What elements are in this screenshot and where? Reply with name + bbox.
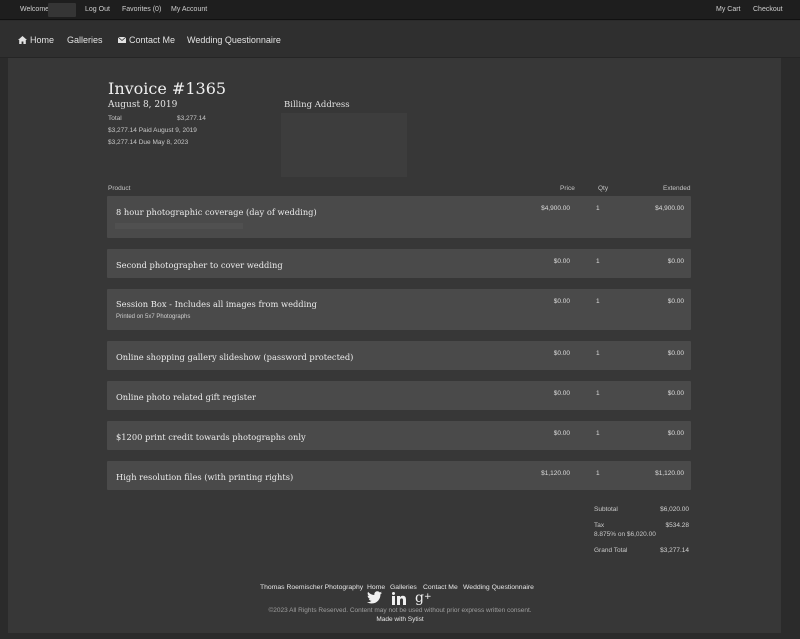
tax-value: $534.28 [665, 522, 690, 529]
nav-contact-label: Contact Me [129, 35, 176, 45]
username-redacted [48, 3, 76, 17]
table-row: Session Box - Includes all images from w… [107, 289, 691, 330]
table-row: Online photo related gift register $0.00… [107, 381, 691, 410]
table-row: $1200 print credit towards photographs o… [107, 421, 691, 450]
product-price: $4,900.00 [541, 205, 570, 212]
checkout-link[interactable]: Checkout [753, 6, 783, 13]
made-with-link[interactable]: Made with Sytist [0, 616, 800, 623]
table-row: Online shopping gallery slideshow (passw… [107, 341, 691, 370]
header-product: Product [108, 185, 131, 192]
subtotal-label: Subtotal [594, 506, 618, 513]
product-qty: 1 [596, 390, 600, 397]
product-qty: 1 [596, 350, 600, 357]
tax-label: Tax [594, 522, 605, 529]
product-price: $0.00 [553, 298, 570, 305]
grand-total-value: $3,277.14 [660, 547, 689, 554]
total-value: $3,277.14 [177, 115, 206, 122]
table-row: Second photographer to cover wedding $0.… [107, 249, 691, 278]
svg-text:+: + [424, 592, 432, 602]
footer-link-home[interactable]: Home [367, 584, 385, 591]
product-extended: $0.00 [667, 390, 684, 397]
top-bar: Welcome Log Out Favorites (0) My Account… [0, 0, 800, 20]
footer-link-questionnaire[interactable]: Wedding Questionnaire [463, 584, 534, 591]
footer-studio-name: Thomas Roemischer Photography [260, 584, 364, 591]
product-extended: $0.00 [667, 430, 684, 437]
header-qty: Qty [598, 185, 609, 192]
nav-galleries-label: Galleries [67, 35, 103, 45]
product-extended: $0.00 [667, 258, 684, 265]
table-row: High resolution files (with printing rig… [107, 461, 691, 490]
my-account-link[interactable]: My Account [171, 6, 207, 13]
product-price: $0.00 [553, 430, 570, 437]
product-extended: $4,900.00 [655, 205, 684, 212]
product-extended: $0.00 [667, 298, 684, 305]
product-qty: 1 [596, 470, 600, 477]
main-nav: Home Galleries Contact Me Wedding Questi… [0, 21, 800, 58]
product-qty: 1 [596, 205, 600, 212]
product-price: $0.00 [553, 258, 570, 265]
header-price: Price [560, 185, 575, 192]
my-cart-link[interactable]: My Cart [716, 6, 741, 13]
welcome-text: Welcome [20, 6, 50, 13]
product-qty: 1 [596, 258, 600, 265]
invoice-title: Invoice #1365 [108, 79, 227, 98]
nav-home-label: Home [30, 35, 55, 45]
footer-link-galleries[interactable]: Galleries [390, 584, 417, 591]
product-extended: $0.00 [667, 350, 684, 357]
product-price: $0.00 [553, 390, 570, 397]
grand-total-label: Grand Total [594, 547, 628, 554]
tax-detail: 8.875% on $6,020.00 [594, 531, 656, 538]
total-label: Total [108, 115, 122, 122]
paid-line: $3,277.14 Paid August 9, 2019 [108, 127, 197, 134]
nav-home[interactable]: Home [18, 35, 54, 45]
product-name: $1200 print credit towards photographs o… [116, 432, 306, 442]
product-name: Session Box - Includes all images from w… [116, 299, 317, 309]
copyright-text: ©2023 All Rights Reserved. Content may n… [268, 607, 532, 614]
product-extended: $1,120.00 [655, 470, 684, 477]
due-line: $3,277.14 Due May 8, 2023 [108, 139, 189, 146]
product-name: Second photographer to cover wedding [116, 260, 283, 270]
invoice-date: August 8, 2019 [108, 100, 178, 110]
nav-contact[interactable]: Contact Me [118, 35, 175, 45]
redacted-detail [115, 223, 243, 229]
envelope-icon [118, 37, 126, 43]
product-name: Online shopping gallery slideshow (passw… [116, 352, 354, 362]
twitter-icon [367, 591, 382, 604]
product-price: $1,120.00 [541, 470, 570, 477]
product-qty: 1 [596, 298, 600, 305]
home-icon [18, 36, 27, 44]
product-name: 8 hour photographic coverage (day of wed… [116, 207, 317, 217]
google-plus-icon: g + [415, 590, 432, 606]
product-qty: 1 [596, 430, 600, 437]
favorites-link[interactable]: Favorites (0) [122, 6, 161, 13]
nav-galleries[interactable]: Galleries [67, 35, 103, 45]
product-name: High resolution files (with printing rig… [116, 472, 294, 482]
subtotal-value: $6,020.00 [660, 506, 689, 513]
svg-text:g: g [415, 590, 424, 605]
nav-questionnaire[interactable]: Wedding Questionnaire [187, 35, 281, 45]
product-name: Online photo related gift register [116, 392, 256, 402]
table-row: 8 hour photographic coverage (day of wed… [107, 196, 691, 238]
header-extended: Extended [663, 185, 691, 192]
product-note: Printed on 5x7 Photographs [116, 314, 191, 320]
billing-address-redacted [281, 113, 407, 177]
linkedin-icon [392, 592, 406, 605]
product-price: $0.00 [553, 350, 570, 357]
nav-questionnaire-label: Wedding Questionnaire [187, 35, 281, 45]
billing-address-label: Billing Address [284, 100, 350, 110]
logout-link[interactable]: Log Out [85, 6, 110, 13]
